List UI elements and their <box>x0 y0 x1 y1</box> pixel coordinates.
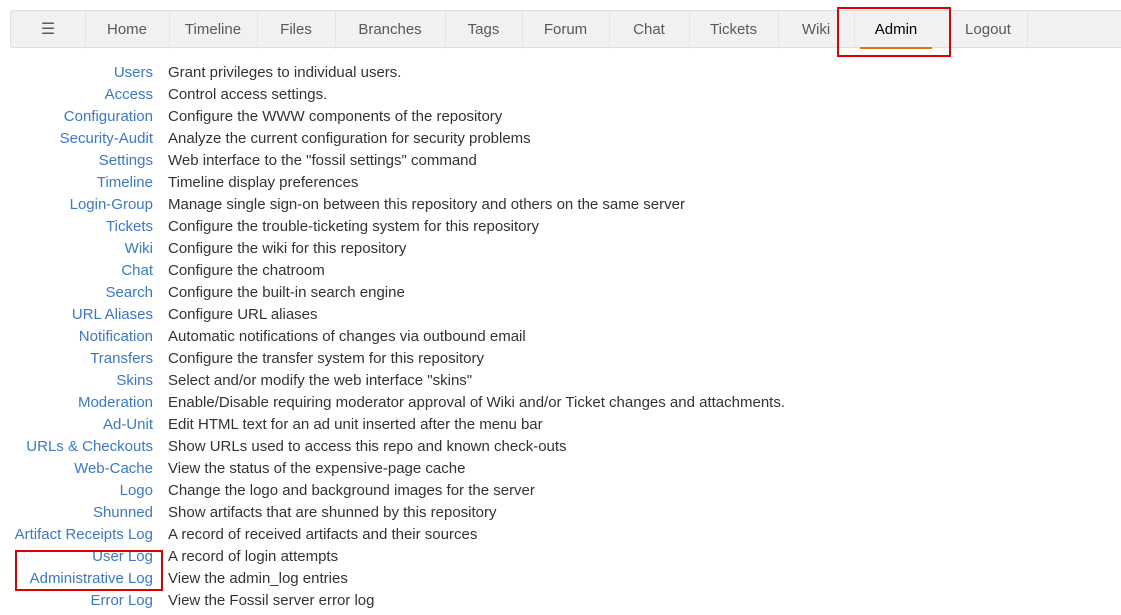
admin-link-search[interactable]: Search <box>105 282 153 304</box>
admin-item-description: Edit HTML text for an ad unit inserted a… <box>168 416 543 433</box>
admin-link-moderation[interactable]: Moderation <box>78 392 153 414</box>
list-item: Timeline Timeline display preferences <box>0 172 1121 194</box>
nav-branches[interactable]: Branches <box>335 11 445 49</box>
admin-item-description: A record of login attempts <box>168 548 339 565</box>
nav-tags[interactable]: Tags <box>445 11 522 49</box>
admin-item-description: Grant privileges to individual users. <box>168 64 402 81</box>
list-item: Ad-Unit Edit HTML text for an ad unit ins… <box>0 414 1121 436</box>
list-item: Artifact Receipts Log A record of receive… <box>0 524 1121 546</box>
admin-item-description: View the Fossil server error log <box>168 592 375 609</box>
list-item: Administrative Log View the admin_log ent… <box>0 568 1121 590</box>
admin-link-tickets[interactable]: Tickets <box>106 216 153 238</box>
list-item: URL Aliases Configure URL aliases <box>0 304 1121 326</box>
list-item: Moderation Enable/Disable requiring moder… <box>0 392 1121 414</box>
nav-admin-label: Admin <box>874 21 918 38</box>
admin-item-description: Configure the WWW components of the repo… <box>168 108 503 125</box>
list-item: Transfers Configure the transfer system f… <box>0 348 1121 370</box>
nav-admin[interactable]: Admin <box>854 11 938 49</box>
admin-item-description: Show artifacts that are shunned by this … <box>168 504 497 521</box>
admin-link-administrative-log[interactable]: Administrative Log <box>30 568 153 590</box>
list-item: Skins Select and/or modify the web interf… <box>0 370 1121 392</box>
admin-item-description: Manage single sign-on between this repos… <box>168 196 685 213</box>
admin-item-description: View the status of the expensive-page ca… <box>168 460 466 477</box>
list-item: Shunned Show artifacts that are shunned b… <box>0 502 1121 524</box>
admin-item-description: Select and/or modify the web interface "… <box>168 372 473 389</box>
list-item: Chat Configure the chatroom <box>0 260 1121 282</box>
list-item: Tickets Configure the trouble-ticketing s… <box>0 216 1121 238</box>
list-item: Wiki Configure the wiki for this reposito… <box>0 238 1121 260</box>
admin-item-description: Configure the transfer system for this r… <box>168 350 484 367</box>
admin-item-description: Control access settings. <box>168 86 328 103</box>
admin-item-description: A record of received artifacts and their… <box>168 526 478 543</box>
list-item: Security-Audit Analyze the current config… <box>0 128 1121 150</box>
admin-link-error-log[interactable]: Error Log <box>90 590 153 612</box>
admin-item-description: Configure the wiki for this repository <box>168 240 407 257</box>
list-item: Access Control access settings. <box>0 84 1121 106</box>
hamburger-menu-icon[interactable]: ☰ <box>11 11 85 49</box>
active-tab-underline <box>860 47 932 49</box>
admin-link-users[interactable]: Users <box>114 62 153 84</box>
admin-item-description: Configure the built-in search engine <box>168 284 405 301</box>
admin-links-list: Users Grant privileges to individual user… <box>0 62 1121 612</box>
list-item: Logo Change the logo and background image… <box>0 480 1121 502</box>
admin-item-description: Configure the chatroom <box>168 262 325 279</box>
nav-logout[interactable]: Logout <box>949 11 1027 49</box>
main-menu-bar: ☰ Home Timeline Files Branches Tags Foru… <box>10 10 1121 49</box>
admin-link-wiki[interactable]: Wiki <box>125 238 153 260</box>
admin-link-chat[interactable]: Chat <box>121 260 153 282</box>
admin-item-description: Enable/Disable requiring moderator appro… <box>168 394 785 411</box>
admin-link-settings[interactable]: Settings <box>99 150 153 172</box>
admin-item-description: Show URLs used to access this repo and k… <box>168 438 567 455</box>
list-item: Error Log View the Fossil server error lo… <box>0 590 1121 612</box>
admin-link-access[interactable]: Access <box>105 84 153 106</box>
nav-home[interactable]: Home <box>85 11 169 49</box>
admin-link-shunned[interactable]: Shunned <box>93 502 153 524</box>
admin-link-transfers[interactable]: Transfers <box>90 348 153 370</box>
list-item: URLs & Checkouts Show URLs used to access… <box>0 436 1121 458</box>
admin-link-artifact-receipts-log[interactable]: Artifact Receipts Log <box>15 524 153 546</box>
list-item: User Log A record of login attempts <box>0 546 1121 568</box>
nav-files[interactable]: Files <box>257 11 335 49</box>
admin-link-notification[interactable]: Notification <box>79 326 153 348</box>
admin-item-description: Configure URL aliases <box>168 306 318 323</box>
admin-link-user-log[interactable]: User Log <box>92 546 153 568</box>
list-item: Web-Cache View the status of the expensiv… <box>0 458 1121 480</box>
admin-link-logo[interactable]: Logo <box>120 480 153 502</box>
nav-timeline[interactable]: Timeline <box>169 11 257 49</box>
list-item: Users Grant privileges to individual user… <box>0 62 1121 84</box>
admin-item-description: View the admin_log entries <box>168 570 348 587</box>
admin-link-timeline[interactable]: Timeline <box>97 172 153 194</box>
admin-link-skins[interactable]: Skins <box>116 370 153 392</box>
list-item: Settings Web interface to the "fossil set… <box>0 150 1121 172</box>
admin-item-description: Web interface to the "fossil settings" c… <box>168 152 477 169</box>
admin-item-description: Configure the trouble-ticketing system f… <box>168 218 539 235</box>
nav-tickets[interactable]: Tickets <box>689 11 778 49</box>
admin-link-security-audit[interactable]: Security-Audit <box>60 128 153 150</box>
admin-item-description: Automatic notifications of changes via o… <box>168 328 526 345</box>
list-item: Login-Group Manage single sign-on between… <box>0 194 1121 216</box>
nav-chat[interactable]: Chat <box>609 11 689 49</box>
nav-wiki[interactable]: Wiki <box>778 11 854 49</box>
admin-link-ad-unit[interactable]: Ad-Unit <box>103 414 153 436</box>
admin-item-description: Change the logo and background images fo… <box>168 482 535 499</box>
admin-item-description: Timeline display preferences <box>168 174 359 191</box>
list-item: Configuration Configure the WWW component… <box>0 106 1121 128</box>
admin-link-url-aliases[interactable]: URL Aliases <box>72 304 153 326</box>
admin-link-configuration[interactable]: Configuration <box>64 106 153 128</box>
nav-forum[interactable]: Forum <box>522 11 609 49</box>
list-item: Search Configure the built-in search engi… <box>0 282 1121 304</box>
admin-link-login-group[interactable]: Login-Group <box>70 194 153 216</box>
list-item: Notification Automatic notifications of c… <box>0 326 1121 348</box>
admin-link-urls-checkouts[interactable]: URLs & Checkouts <box>26 436 153 458</box>
admin-item-description: Analyze the current configuration for se… <box>168 130 531 147</box>
admin-link-web-cache[interactable]: Web-Cache <box>74 458 153 480</box>
